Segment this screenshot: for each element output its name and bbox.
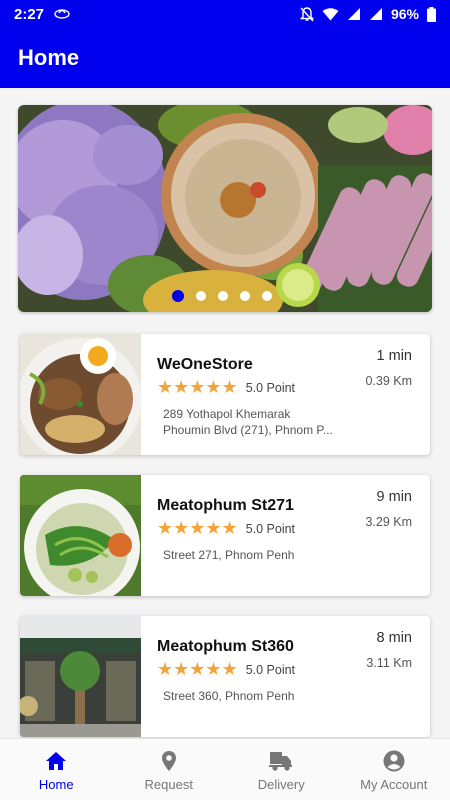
address-line: Street 271, Phnom Penh [163, 548, 295, 562]
wifi-icon [322, 7, 339, 21]
store-meta: 1 min 0.39 Km [365, 348, 412, 388]
store-info: Meatophum St271 ★★★★★ 5.0 Point Street 2… [141, 475, 430, 596]
address-line: Street 360, Phnom Penh [163, 689, 295, 703]
battery-level: 96% [390, 6, 419, 22]
distance: 0.39 Km [365, 374, 412, 388]
star-rating-icon: ★★★★★ [157, 377, 238, 398]
nav-delivery[interactable]: Delivery [225, 739, 338, 800]
banner-image [18, 105, 432, 312]
notifications-off-icon [299, 6, 314, 22]
signal-icon [369, 7, 383, 21]
bottom-navigation: Home Request Delivery My Account [0, 738, 450, 800]
nav-request[interactable]: Request [113, 739, 226, 800]
store-card[interactable]: Meatophum St271 ★★★★★ 5.0 Point Street 2… [20, 475, 430, 596]
nav-label: Delivery [257, 777, 305, 792]
store-meta: 9 min 3.29 Km [365, 489, 412, 529]
account-circle-icon [383, 750, 405, 772]
signal-icon [347, 7, 361, 21]
carousel-dot[interactable] [172, 290, 184, 302]
address-line: 289 Yothapol Khemarak [163, 407, 291, 421]
travel-time: 9 min [376, 489, 412, 505]
travel-time: 8 min [376, 630, 412, 646]
home-icon [46, 752, 67, 770]
travel-time: 1 min [376, 348, 412, 364]
carousel-dot[interactable] [218, 291, 228, 301]
status-bar: 2:27 96% [0, 0, 450, 28]
location-pin-icon [161, 751, 176, 771]
app-notification-icon [54, 7, 70, 22]
distance: 3.11 Km [366, 656, 412, 670]
carousel-dot[interactable] [262, 291, 272, 301]
app-bar: Home [0, 28, 450, 88]
delivery-truck-icon [269, 752, 293, 771]
store-info: Meatophum St360 ★★★★★ 5.0 Point Street 3… [141, 616, 430, 737]
rating-text: 5.0 Point [245, 662, 296, 677]
store-thumbnail [20, 334, 141, 455]
rating-text: 5.0 Point [245, 380, 296, 395]
store-address: Street 271, Phnom Penh [157, 547, 343, 563]
home-content[interactable]: WeOneStore ★★★★★ 5.0 Point 289 Yothapol … [0, 88, 450, 738]
store-address: 289 Yothapol Khemarak Phoumin Blvd (271)… [157, 406, 343, 438]
nav-home[interactable]: Home [0, 739, 113, 800]
star-rating-icon: ★★★★★ [157, 518, 238, 539]
store-info: WeOneStore ★★★★★ 5.0 Point 289 Yothapol … [141, 334, 430, 455]
distance: 3.29 Km [365, 515, 412, 529]
store-meta: 8 min 3.11 Km [366, 630, 412, 670]
carousel-dot[interactable] [196, 291, 206, 301]
store-card[interactable]: WeOneStore ★★★★★ 5.0 Point 289 Yothapol … [20, 334, 430, 455]
star-rating-icon: ★★★★★ [157, 659, 238, 680]
nav-label: My Account [360, 777, 428, 792]
nav-label: Home [38, 777, 74, 792]
status-icons: 96% [299, 6, 436, 22]
carousel-indicator [172, 290, 272, 302]
store-card[interactable]: Meatophum St360 ★★★★★ 5.0 Point Street 3… [20, 616, 430, 737]
nav-label: Request [144, 777, 193, 792]
store-thumbnail [20, 475, 141, 596]
page-title: Home [18, 45, 80, 70]
rating-text: 5.0 Point [245, 521, 296, 536]
battery-icon [427, 6, 436, 22]
store-address: Street 360, Phnom Penh [157, 688, 343, 704]
carousel-dot[interactable] [240, 291, 250, 301]
banner-carousel[interactable] [18, 105, 432, 312]
nav-my-account[interactable]: My Account [338, 739, 450, 800]
address-line: Phoumin Blvd (271), Phnom P... [163, 423, 333, 437]
store-thumbnail [20, 616, 141, 737]
status-time: 2:27 [14, 5, 45, 23]
